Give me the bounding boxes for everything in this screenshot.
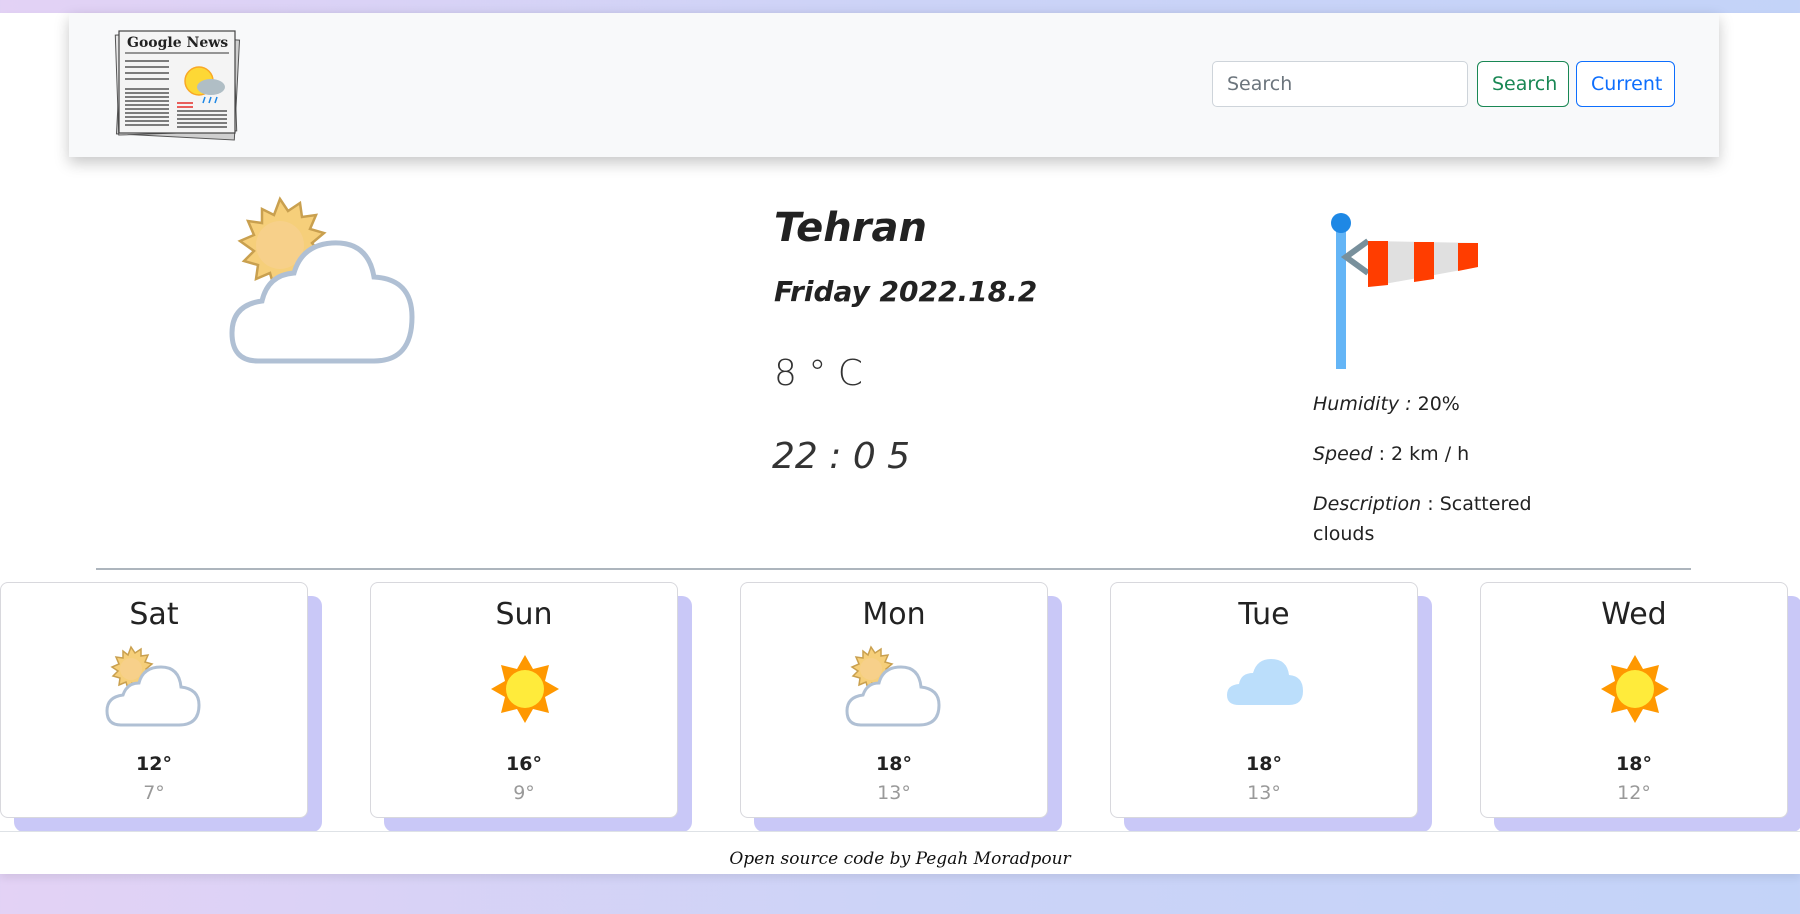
- forecast-low: 13°: [877, 782, 911, 804]
- forecast-card: Sat 12° 7°: [0, 582, 308, 818]
- current-temperature: 8 ° C: [774, 353, 863, 394]
- forecast-high: 18°: [876, 753, 912, 775]
- search-button[interactable]: Search: [1477, 61, 1569, 107]
- forecast-low: 9°: [513, 782, 535, 804]
- speed-row: Speed : 2 km / h: [1313, 439, 1543, 469]
- forecast-high: 16°: [506, 753, 542, 775]
- humidity-row: Humidity : 20%: [1313, 389, 1543, 419]
- forecast-day: Sun: [495, 597, 553, 632]
- humidity-label: Humidity :: [1313, 393, 1412, 415]
- windsock-icon: [1331, 213, 1478, 369]
- current-location-button[interactable]: Current: [1576, 61, 1675, 107]
- forecast-day: Tue: [1238, 597, 1290, 632]
- description-label: Description: [1313, 493, 1422, 515]
- page: Google News Search Cu: [0, 13, 1800, 874]
- forecast-day: Sat: [129, 597, 179, 632]
- forecast-card: Wed 18° 12°: [1480, 582, 1788, 818]
- footer-credit: Open source code by Pegah Moradpour: [729, 849, 1071, 869]
- forecast-high: 18°: [1246, 753, 1282, 775]
- cloud-icon: [1227, 659, 1303, 705]
- sun-icon: [491, 655, 559, 723]
- svg-text:Google News: Google News: [127, 35, 228, 51]
- divider: [96, 568, 1691, 570]
- forecast-card: Mon 18° 13°: [740, 582, 1048, 818]
- forecast-card-sat: Sat 12° 7°: [0, 582, 322, 832]
- google-news-logo[interactable]: Google News: [113, 27, 243, 143]
- forecast-high: 18°: [1616, 753, 1652, 775]
- search-input[interactable]: [1212, 61, 1468, 107]
- forecast-low: 7°: [143, 782, 165, 804]
- current-time: 22 : 0 5: [772, 436, 911, 477]
- partly-cloudy-icon: [845, 645, 941, 727]
- weather-details: Humidity : 20% Speed : 2 km / h Descript…: [1313, 389, 1543, 569]
- footer-divider: [0, 831, 1800, 832]
- speed-label: Speed: [1313, 443, 1373, 465]
- forecast-day: Mon: [862, 597, 926, 632]
- forecast-high: 12°: [136, 753, 172, 775]
- city-name: Tehran: [774, 205, 927, 251]
- description-row: Description : Scattered clouds: [1313, 489, 1543, 549]
- forecast-card-sun: Sun 16° 9°: [370, 582, 692, 832]
- forecast-card-mon: Mon 18° 13°: [740, 582, 1062, 832]
- forecast-card-tue: Tue 18° 13°: [1110, 582, 1432, 832]
- humidity-value: 20%: [1411, 393, 1460, 415]
- partly-cloudy-icon: [229, 196, 415, 364]
- navbar: Google News Search Cu: [69, 13, 1719, 157]
- forecast-card: Tue 18° 13°: [1110, 582, 1418, 818]
- forecast-card-wed: Wed 18° 12°: [1480, 582, 1800, 832]
- forecast-low: 13°: [1247, 782, 1281, 804]
- current-date: Friday 2022.18.2: [774, 275, 1038, 308]
- forecast-low: 12°: [1617, 782, 1651, 804]
- sun-icon: [1601, 655, 1669, 723]
- forecast-card: Sun 16° 9°: [370, 582, 678, 818]
- speed-value: : 2 km / h: [1372, 443, 1470, 465]
- forecast-day: Wed: [1601, 597, 1667, 632]
- partly-cloudy-icon: [105, 645, 201, 727]
